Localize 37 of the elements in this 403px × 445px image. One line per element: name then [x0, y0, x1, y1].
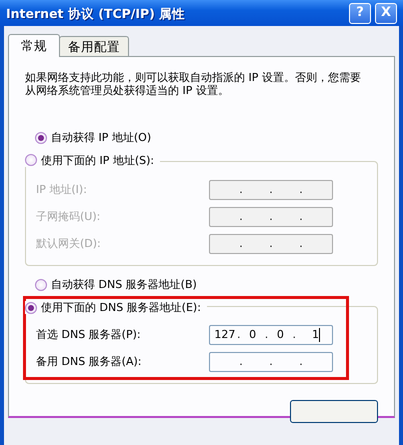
field-label: IP 地址(I): — [36, 183, 87, 196]
separator-text: . — [238, 237, 244, 250]
separator-text: . — [238, 355, 244, 368]
radio-button[interactable] — [25, 154, 37, 166]
radio-label[interactable]: 自动获得 DNS 服务器地址(B) — [51, 278, 197, 292]
separator-text: . — [268, 210, 274, 224]
tab[interactable]: 备用配置 — [59, 36, 129, 56]
separator-text: . — [236, 328, 242, 342]
separator-text: . — [268, 355, 274, 368]
ip-address-field[interactable]: . . . — [209, 352, 333, 372]
separator-text: . — [298, 210, 304, 224]
field-label: 备用 DNS 服务器(A): — [36, 355, 142, 368]
radio-label[interactable]: 自动获得 IP 地址(O) — [51, 131, 152, 145]
separator-text: . — [268, 183, 274, 196]
octet-text: 0 — [276, 328, 285, 342]
field-label: 首选 DNS 服务器(P): — [36, 328, 141, 342]
field-label: 默认网关(D): — [36, 237, 101, 250]
radio-button[interactable] — [25, 302, 37, 314]
separator-text: . — [298, 355, 304, 368]
radio-button[interactable] — [35, 132, 47, 144]
octet-text: 1 — [311, 328, 319, 342]
separator-text: . — [268, 237, 274, 250]
window-title: Internet 协议 (TCP/IP) 属性 — [6, 6, 186, 20]
description-text: 如果网络支持此功能，则可以获取自动指派的 IP 设置。否则，您需要从网络系统管理员处获得适当的 IP 设置。 — [25, 71, 362, 98]
tab[interactable]: 常规 — [8, 34, 60, 57]
octet-text: 0 — [248, 328, 258, 342]
ip-address-field[interactable]: 127. 0 . 0 . 1 — [209, 324, 333, 345]
separator-text: . — [298, 183, 304, 196]
separator-text: . — [264, 328, 270, 342]
field-label: 子网掩码(U): — [36, 210, 100, 224]
separator-text: . — [238, 210, 244, 224]
separator-text: . — [298, 237, 304, 250]
radio-button[interactable] — [35, 278, 47, 291]
separator-text: . — [292, 328, 297, 342]
separator-text: . — [238, 183, 244, 196]
push-button[interactable] — [290, 400, 378, 424]
octet-text: 127 — [214, 328, 236, 342]
